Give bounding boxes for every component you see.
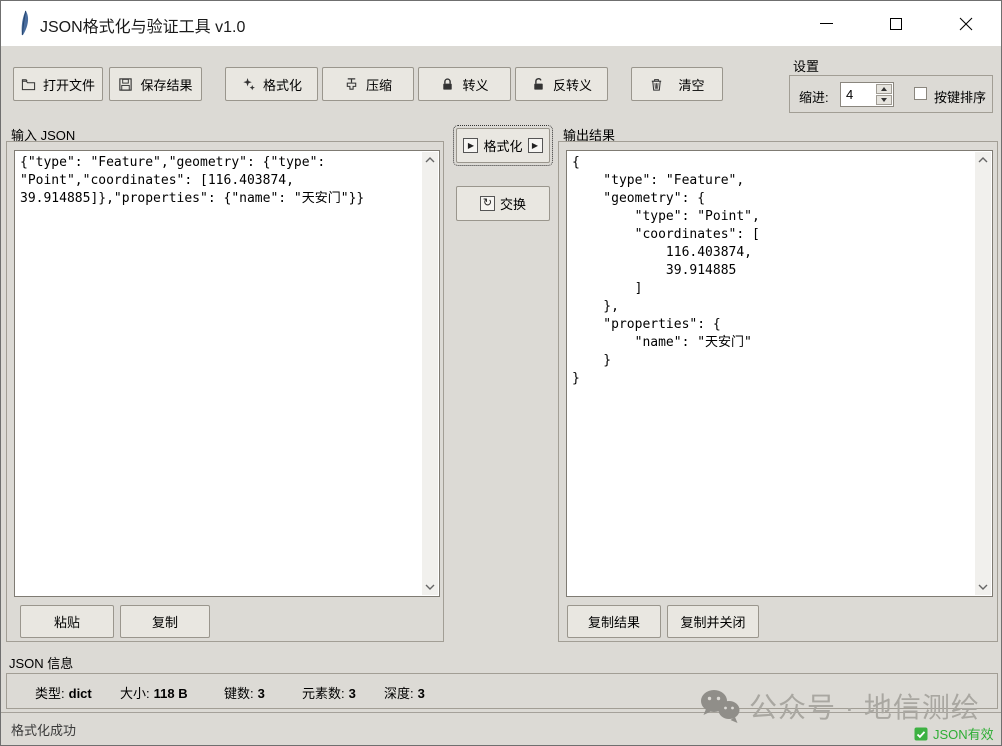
output-json-content[interactable]: { "type": "Feature", "geometry": { "type…: [572, 154, 970, 593]
stat-elements: 元素数:3: [302, 683, 356, 702]
paste-button[interactable]: 粘贴: [20, 605, 114, 638]
lock-icon: [440, 77, 455, 92]
open-file-label: 打开文件: [43, 75, 95, 94]
feather-app-icon: [17, 10, 31, 37]
play-icon: ▶: [463, 138, 478, 153]
status-bar: 格式化成功: [1, 712, 1001, 745]
output-scrollbar[interactable]: [975, 152, 991, 595]
play-icon: ▶: [528, 138, 543, 153]
maximize-button[interactable]: [866, 1, 926, 46]
scroll-down-icon[interactable]: [422, 579, 438, 595]
sparkles-format-icon: [241, 77, 256, 92]
stat-keys: 键数:3: [224, 683, 265, 702]
lock-open-icon: [531, 77, 546, 92]
copy-result-label: 复制结果: [588, 612, 640, 631]
swap-label: 交换: [500, 194, 526, 213]
indent-value: 4: [846, 87, 853, 102]
open-file-button[interactable]: 打开文件: [13, 67, 103, 101]
stat-type: 类型:dict: [35, 683, 92, 702]
window-title: JSON格式化与验证工具 v1.0: [40, 13, 245, 37]
stat-depth: 深度:3: [384, 683, 425, 702]
json-valid-badge: JSON有效: [914, 724, 994, 743]
format-label: 格式化: [263, 75, 302, 94]
escape-label: 转义: [462, 75, 488, 94]
copy-and-close-label: 复制并关闭: [680, 612, 745, 631]
swap-button[interactable]: ↻ 交换: [456, 186, 550, 221]
copy-label: 复制: [152, 612, 178, 631]
stat-size: 大小:118 B: [120, 683, 188, 702]
folder-open-icon: [21, 77, 36, 92]
settings-frame: 缩进: 4 按键排序: [789, 75, 993, 113]
input-panel: {"type": "Feature","geometry": {"type": …: [6, 141, 444, 642]
compress-label: 压缩: [366, 75, 392, 94]
trash-icon: [649, 77, 664, 92]
run-format-label: 格式化: [483, 136, 522, 155]
json-valid-text: JSON有效: [933, 724, 994, 743]
clear-button[interactable]: 清空: [631, 67, 723, 101]
indent-label: 缩进:: [799, 87, 829, 106]
check-icon: [914, 727, 928, 741]
spin-up-button[interactable]: [876, 84, 892, 94]
unescape-button[interactable]: 反转义: [515, 67, 608, 101]
escape-button[interactable]: 转义: [418, 67, 511, 101]
save-result-label: 保存结果: [140, 75, 192, 94]
format-button[interactable]: 格式化: [225, 67, 318, 101]
input-textarea[interactable]: {"type": "Feature","geometry": {"type": …: [14, 150, 440, 597]
output-panel: { "type": "Feature", "geometry": { "type…: [558, 141, 998, 642]
run-format-button[interactable]: ▶ 格式化 ▶: [456, 128, 550, 163]
copy-result-button[interactable]: 复制结果: [567, 605, 661, 638]
spin-down-button[interactable]: [876, 95, 892, 105]
titlebar: JSON格式化与验证工具 v1.0: [1, 1, 1001, 46]
sort-keys-checkbox[interactable]: [914, 87, 927, 100]
close-icon: [959, 17, 973, 31]
clear-label: 清空: [678, 75, 704, 94]
json-info-frame: 类型:dict 大小:118 B 键数:3 元素数:3 深度:3: [6, 673, 998, 709]
settings-group-label: 设置: [793, 56, 819, 75]
input-json-content[interactable]: {"type": "Feature","geometry": {"type": …: [20, 154, 417, 593]
arrow-up-icon: [881, 87, 887, 91]
arrow-down-icon: [881, 98, 887, 102]
paste-label: 粘贴: [54, 612, 80, 631]
input-scrollbar[interactable]: [422, 152, 438, 595]
clamp-compress-icon: [344, 77, 359, 92]
json-info-label: JSON 信息: [9, 653, 73, 672]
sort-keys-label: 按键排序: [934, 87, 986, 106]
save-icon: [118, 77, 133, 92]
copy-and-close-button[interactable]: 复制并关闭: [667, 605, 759, 638]
scroll-up-icon[interactable]: [975, 152, 991, 168]
close-button[interactable]: [936, 1, 996, 46]
spinbox-arrows: [876, 84, 892, 105]
status-text: 格式化成功: [11, 720, 76, 739]
save-result-button[interactable]: 保存结果: [109, 67, 202, 101]
indent-spinbox[interactable]: 4: [840, 82, 894, 107]
app-window: JSON格式化与验证工具 v1.0 打开文件 保存结果 格式化: [0, 0, 1002, 746]
maximize-icon: [890, 18, 902, 30]
scroll-up-icon[interactable]: [422, 152, 438, 168]
copy-button[interactable]: 复制: [120, 605, 210, 638]
scroll-down-icon[interactable]: [975, 579, 991, 595]
swap-icon: ↻: [480, 196, 495, 211]
minimize-button[interactable]: [796, 1, 856, 46]
compress-button[interactable]: 压缩: [322, 67, 414, 101]
output-textarea[interactable]: { "type": "Feature", "geometry": { "type…: [566, 150, 993, 597]
minimize-icon: [820, 23, 833, 24]
unescape-label: 反转义: [553, 75, 592, 94]
